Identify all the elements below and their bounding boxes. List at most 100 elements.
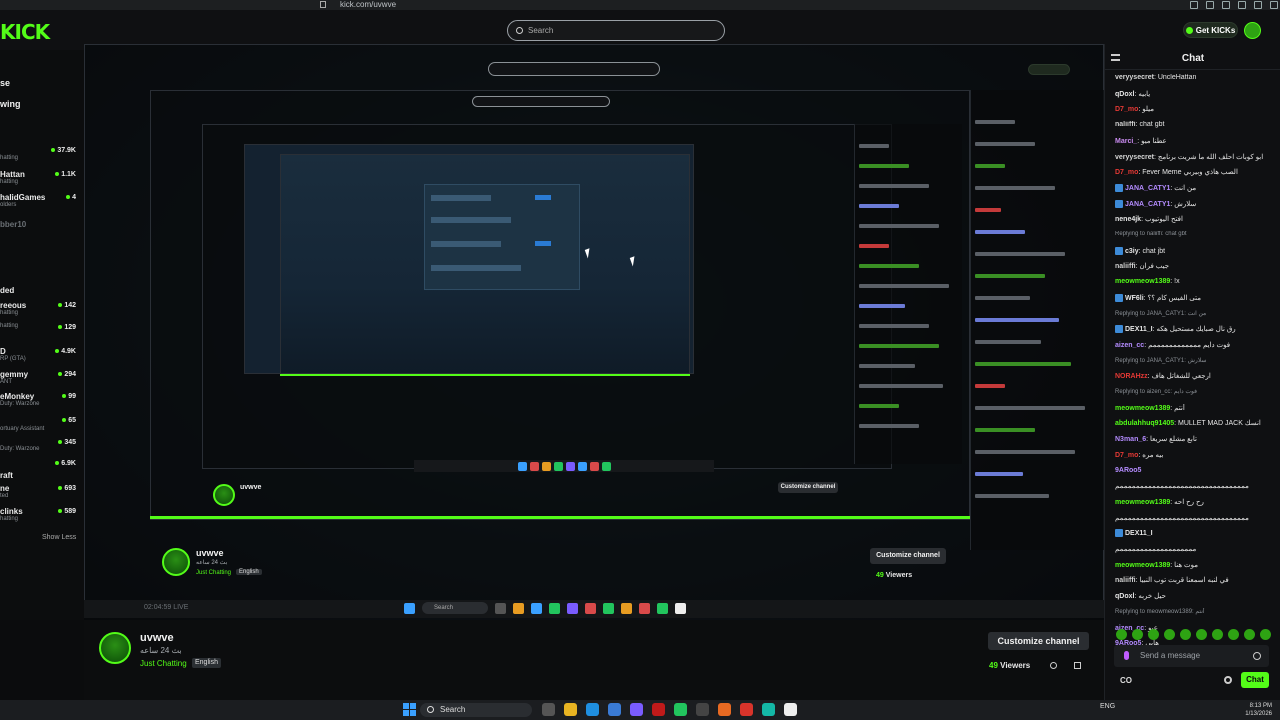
- chat-message[interactable]: ممممممممممممممممممممممممممممممممم: [1115, 514, 1277, 522]
- chat-username[interactable]: veryysecret: [1115, 154, 1154, 161]
- sidebar-channel[interactable]: D RP (GTA) 4.9K: [0, 347, 80, 363]
- profile-icon[interactable]: [1222, 1, 1230, 9]
- chat-username[interactable]: naliiffi: [1115, 121, 1136, 128]
- emote-icon[interactable]: [1228, 629, 1239, 640]
- chat-message[interactable]: JANA_CATY1: من انت: [1115, 184, 1277, 193]
- search-input[interactable]: Search: [507, 20, 725, 41]
- chat-message[interactable]: DEX11_I: رق نال صبايك مستحيل هكه: [1115, 325, 1277, 334]
- chat-message[interactable]: veryysecret: ابو كوبات احلف الله ما شريت…: [1115, 153, 1277, 161]
- sidebar-channel[interactable]: ortuary Assistant 65: [0, 416, 80, 432]
- close-icon[interactable]: [1270, 1, 1278, 9]
- sidebar-channel[interactable]: Hattan hatting 1.1K: [0, 170, 80, 186]
- chat-message[interactable]: Marci_: عطنا ميو: [1115, 137, 1277, 145]
- chat-username[interactable]: N3man_6: [1115, 436, 1146, 443]
- chat-username[interactable]: qDoxl: [1115, 91, 1134, 98]
- task-view-icon[interactable]: [542, 703, 555, 716]
- chat-message[interactable]: DEX11_I: [1115, 529, 1277, 538]
- streamer-avatar[interactable]: [99, 632, 131, 664]
- whatsapp-icon[interactable]: [674, 703, 687, 716]
- chat-username[interactable]: naliiffi: [1115, 577, 1136, 584]
- sidebar-header-following[interactable]: wing: [0, 99, 21, 109]
- emote-icon[interactable]: [1196, 629, 1207, 640]
- chat-message[interactable]: D7_mo: ميلو: [1115, 105, 1277, 113]
- chat-settings-icon[interactable]: [1224, 676, 1232, 684]
- chat-username[interactable]: DEX11_I: [1125, 530, 1153, 537]
- get-kicks-button[interactable]: Get KICKs: [1183, 22, 1238, 38]
- chat-message[interactable]: naliiffi: جيب فران: [1115, 262, 1277, 270]
- chat-message[interactable]: meowmeow1389: موت هنا: [1115, 561, 1277, 569]
- chat-message[interactable]: aizen_cc: فوت دايم ممممممممممممم: [1115, 341, 1277, 349]
- chat-username[interactable]: meowmeow1389: [1115, 499, 1170, 506]
- chat-username[interactable]: abdulahhuq91405: [1115, 420, 1174, 427]
- chat-message[interactable]: 9ARoo5: [1115, 467, 1277, 474]
- chat-username[interactable]: NORAHzz: [1115, 373, 1148, 380]
- chat-username[interactable]: meowmeow1389: [1115, 278, 1170, 285]
- emote-icon[interactable]: [1244, 629, 1255, 640]
- sidepanel-icon[interactable]: [1206, 1, 1214, 9]
- chat-username[interactable]: meowmeow1389: [1115, 562, 1170, 569]
- sidebar-channel[interactable]: bber10: [0, 220, 80, 236]
- chat-message-input[interactable]: Send a message: [1114, 645, 1269, 667]
- points-icon[interactable]: CO: [1120, 676, 1132, 685]
- notepad-icon[interactable]: [784, 703, 797, 716]
- file-explorer-icon[interactable]: [564, 703, 577, 716]
- chat-reply-line[interactable]: Replying to meowmeow1389: أنتم: [1115, 608, 1277, 615]
- sidebar-channel[interactable]: gemmy ANT 294: [0, 370, 80, 386]
- obs-icon[interactable]: [696, 703, 709, 716]
- sidebar-channel[interactable]: reeous hatting 142: [0, 301, 80, 317]
- chat-username[interactable]: aizen_cc: [1115, 342, 1144, 349]
- chat-message[interactable]: qDoxl: حيل خربه: [1115, 592, 1277, 600]
- chat-send-button[interactable]: Chat: [1241, 672, 1269, 688]
- emote-icon[interactable]: [1212, 629, 1223, 640]
- emote-icon[interactable]: [1260, 629, 1271, 640]
- chat-message[interactable]: naliiffi: chat gbt: [1115, 121, 1277, 128]
- stream-category[interactable]: Just Chatting: [140, 659, 187, 668]
- mic-icon[interactable]: [1124, 651, 1129, 660]
- sidebar-channel[interactable]: eMonkey Duty: Warzone 99: [0, 392, 80, 408]
- maximize-icon[interactable]: [1254, 1, 1262, 9]
- chat-username[interactable]: D7_mo: [1115, 106, 1138, 113]
- chat-username[interactable]: nene4jk: [1115, 216, 1141, 223]
- chat-message[interactable]: meowmeow1389: !x: [1115, 278, 1277, 285]
- chat-reply-line[interactable]: Replying to JANA_CATY1: سلارش: [1115, 357, 1277, 364]
- discord-icon[interactable]: [630, 703, 643, 716]
- emote-icon[interactable]: [1164, 629, 1175, 640]
- chat-username[interactable]: veryysecret: [1115, 74, 1154, 81]
- chat-message[interactable]: naliiffi: في لنبه اسمعنا قربت توب النبيا: [1115, 576, 1277, 584]
- customize-channel-button[interactable]: Customize channel: [988, 632, 1089, 650]
- app-icon[interactable]: [762, 703, 775, 716]
- chat-username[interactable]: DEX11_I: [1125, 326, 1153, 333]
- emote-icon[interactable]: [1116, 629, 1127, 640]
- chat-message[interactable]: nene4jk: افتح اليوتيوب: [1115, 215, 1277, 223]
- app-icon[interactable]: [718, 703, 731, 716]
- kick-logo[interactable]: KICK: [0, 20, 50, 44]
- sidebar-channel[interactable]: hatting 129: [0, 323, 80, 339]
- chat-message[interactable]: D7_mo: Fever Meme الصب هاذي وبيربي: [1115, 168, 1277, 176]
- windows-start-icon[interactable]: [403, 703, 416, 716]
- user-avatar[interactable]: [1244, 22, 1261, 39]
- chat-username[interactable]: 9ARoo5: [1115, 467, 1141, 474]
- chat-username[interactable]: Marci_: [1115, 138, 1137, 145]
- emote-icon[interactable]: [1180, 629, 1191, 640]
- chat-username[interactable]: c3iy: [1125, 248, 1139, 255]
- app-icon[interactable]: [652, 703, 665, 716]
- chat-username[interactable]: qDoxl: [1115, 593, 1134, 600]
- chat-message[interactable]: abdulahhuq91405: MULLET MAD JACK انسك: [1115, 419, 1277, 427]
- chat-username[interactable]: D7_mo: [1115, 452, 1138, 459]
- sidebar-header-browse[interactable]: se: [0, 78, 10, 88]
- video-player[interactable]: uvwve Customize channel uvwve بث 24 ساعه…: [84, 44, 1104, 620]
- url-text[interactable]: kick.com/uvwve: [340, 0, 396, 10]
- sidebar-channel[interactable]: ne ted 693: [0, 484, 80, 500]
- chat-message[interactable]: N3man_6: تابع مشلع سريعا: [1115, 435, 1277, 443]
- outlook-icon[interactable]: [608, 703, 621, 716]
- more-icon[interactable]: [1074, 662, 1081, 669]
- edge-icon[interactable]: [586, 703, 599, 716]
- emoji-icon[interactable]: [1253, 652, 1261, 660]
- chat-username[interactable]: naliiffi: [1115, 263, 1136, 270]
- chat-message[interactable]: meowmeow1389: أنتم: [1115, 404, 1277, 412]
- share-icon[interactable]: [1050, 662, 1057, 669]
- chat-username[interactable]: D7_mo: [1115, 169, 1138, 176]
- chat-message[interactable]: veryysecret: UncleHattan: [1115, 74, 1277, 81]
- language-tag[interactable]: English: [192, 658, 221, 668]
- sidebar-channel[interactable]: hatting 37.9K: [0, 146, 80, 162]
